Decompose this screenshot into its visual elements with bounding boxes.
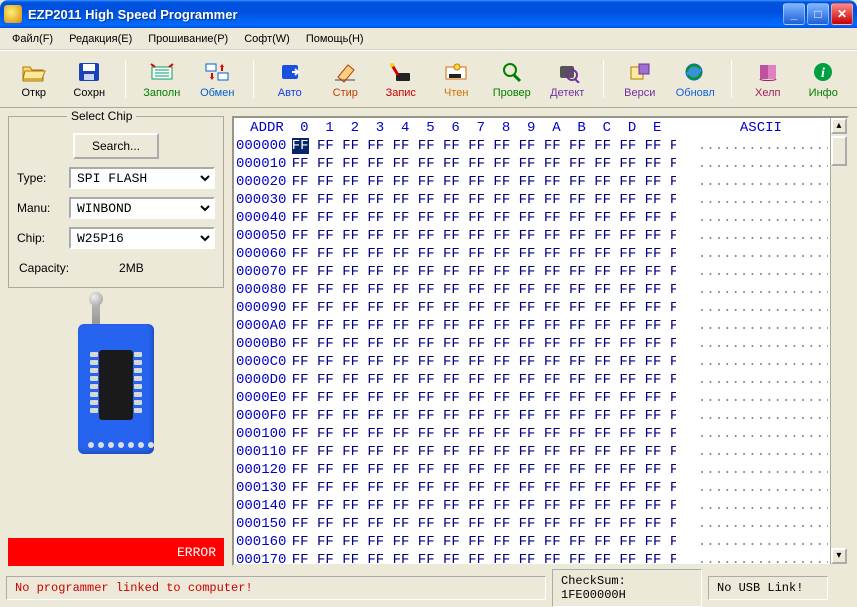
capacity-value: 2MB [119, 261, 144, 275]
hex-data-grid[interactable]: 0 1 2 3 4 5 6 7 8 9 A B C D E F FF FF FF… [290, 118, 676, 564]
type-select[interactable]: SPI FLASH [69, 167, 215, 189]
fill-icon [147, 59, 177, 85]
eraser-icon [330, 59, 360, 85]
chip-select[interactable]: W25P16 [69, 227, 215, 249]
chip-label: Chip: [17, 231, 63, 245]
read-icon [441, 59, 471, 85]
open-label: Откр [21, 87, 46, 99]
hex-view[interactable]: ADDR 000000 000010 000020 000030 000040 … [232, 116, 849, 566]
title-bar: EZP2011 High Speed Programmer _ □ ✕ [0, 0, 857, 28]
chip-detect-icon [552, 59, 582, 85]
menu-soft[interactable]: Софт(W) [236, 30, 298, 48]
save-button[interactable]: Сохрн [66, 57, 114, 101]
select-chip-group: Select Chip Search... Type: SPI FLASH Ma… [8, 116, 224, 288]
toolbar-separator [731, 60, 732, 98]
svg-text:i: i [821, 66, 825, 81]
scroll-thumb[interactable] [831, 136, 847, 166]
update-button[interactable]: Обновл [672, 57, 720, 101]
scroll-down-button[interactable]: ▾ [831, 548, 847, 564]
erase-label: Стир [333, 87, 358, 99]
menu-bar: Файл(F) Редакция(E) Прошивание(P) Софт(W… [0, 28, 857, 50]
floppy-icon [74, 59, 104, 85]
auto-label: Авто [278, 87, 302, 99]
folder-open-icon [19, 59, 49, 85]
manu-label: Manu: [17, 201, 63, 215]
menu-help[interactable]: Помощь(H) [298, 30, 372, 48]
menu-prog[interactable]: Прошивание(P) [140, 30, 236, 48]
swap-label: Обмен [200, 87, 234, 99]
menu-edit[interactable]: Редакция(E) [61, 30, 140, 48]
app-icon [4, 5, 22, 23]
status-bar: No programmer linked to computer! CheckS… [0, 574, 857, 602]
left-panel: Select Chip Search... Type: SPI FLASH Ma… [8, 116, 224, 566]
globe-refresh-icon [680, 59, 710, 85]
update-label: Обновл [676, 87, 715, 99]
info-button[interactable]: i Инфо [800, 57, 848, 101]
status-checksum: CheckSum: 1FE00000H [552, 569, 702, 607]
maximize-button[interactable]: □ [807, 3, 829, 25]
write-icon [386, 59, 416, 85]
scroll-up-button[interactable]: ▴ [831, 118, 847, 134]
verify-label: Провер [493, 87, 531, 99]
zif-socket-image [68, 298, 164, 458]
vertical-scrollbar[interactable]: ▴ ▾ [830, 118, 847, 564]
toolbar: Откр Сохрн Заполн Обмен Авто Стир Запис … [0, 50, 857, 108]
toolbar-separator [253, 60, 254, 98]
help-label: Хелп [755, 87, 780, 99]
version-label: Верси [624, 87, 655, 99]
window-title: EZP2011 High Speed Programmer [28, 7, 783, 22]
read-button[interactable]: Чтен [433, 57, 481, 101]
fill-label: Заполн [143, 87, 180, 99]
minimize-button[interactable]: _ [783, 3, 805, 25]
toolbar-separator [603, 60, 604, 98]
write-label: Запис [386, 87, 416, 99]
open-button[interactable]: Откр [10, 57, 58, 101]
toolbar-separator [125, 60, 126, 98]
detect-button[interactable]: Детект [544, 57, 592, 101]
auto-icon [275, 59, 305, 85]
type-label: Type: [17, 171, 63, 185]
ascii-column: ASCII ................ ................ … [678, 118, 828, 564]
swap-icon [202, 59, 232, 85]
save-label: Сохрн [73, 87, 105, 99]
menu-file[interactable]: Файл(F) [4, 30, 61, 48]
fill-button[interactable]: Заполн [138, 57, 186, 101]
manu-select[interactable]: WINBOND [69, 197, 215, 219]
read-label: Чтен [444, 87, 468, 99]
verify-button[interactable]: Провер [488, 57, 536, 101]
erase-button[interactable]: Стир [322, 57, 370, 101]
close-button[interactable]: ✕ [831, 3, 853, 25]
swap-button[interactable]: Обмен [194, 57, 242, 101]
magnifier-icon [497, 59, 527, 85]
detect-label: Детект [550, 87, 584, 99]
group-legend: Select Chip [67, 109, 136, 123]
info-label: Инфо [809, 87, 838, 99]
search-button[interactable]: Search... [73, 133, 159, 159]
version-button[interactable]: Верси [616, 57, 664, 101]
capacity-label: Capacity: [19, 261, 69, 275]
auto-button[interactable]: Авто [266, 57, 314, 101]
write-button[interactable]: Запис [377, 57, 425, 101]
book-icon [753, 59, 783, 85]
status-link: No USB Link! [708, 576, 828, 600]
status-message: No programmer linked to computer! [6, 576, 546, 600]
info-icon: i [808, 59, 838, 85]
address-column: ADDR 000000 000010 000020 000030 000040 … [234, 118, 288, 564]
help-button[interactable]: Хелп [744, 57, 792, 101]
error-indicator: ERROR [8, 538, 224, 566]
version-icon [625, 59, 655, 85]
